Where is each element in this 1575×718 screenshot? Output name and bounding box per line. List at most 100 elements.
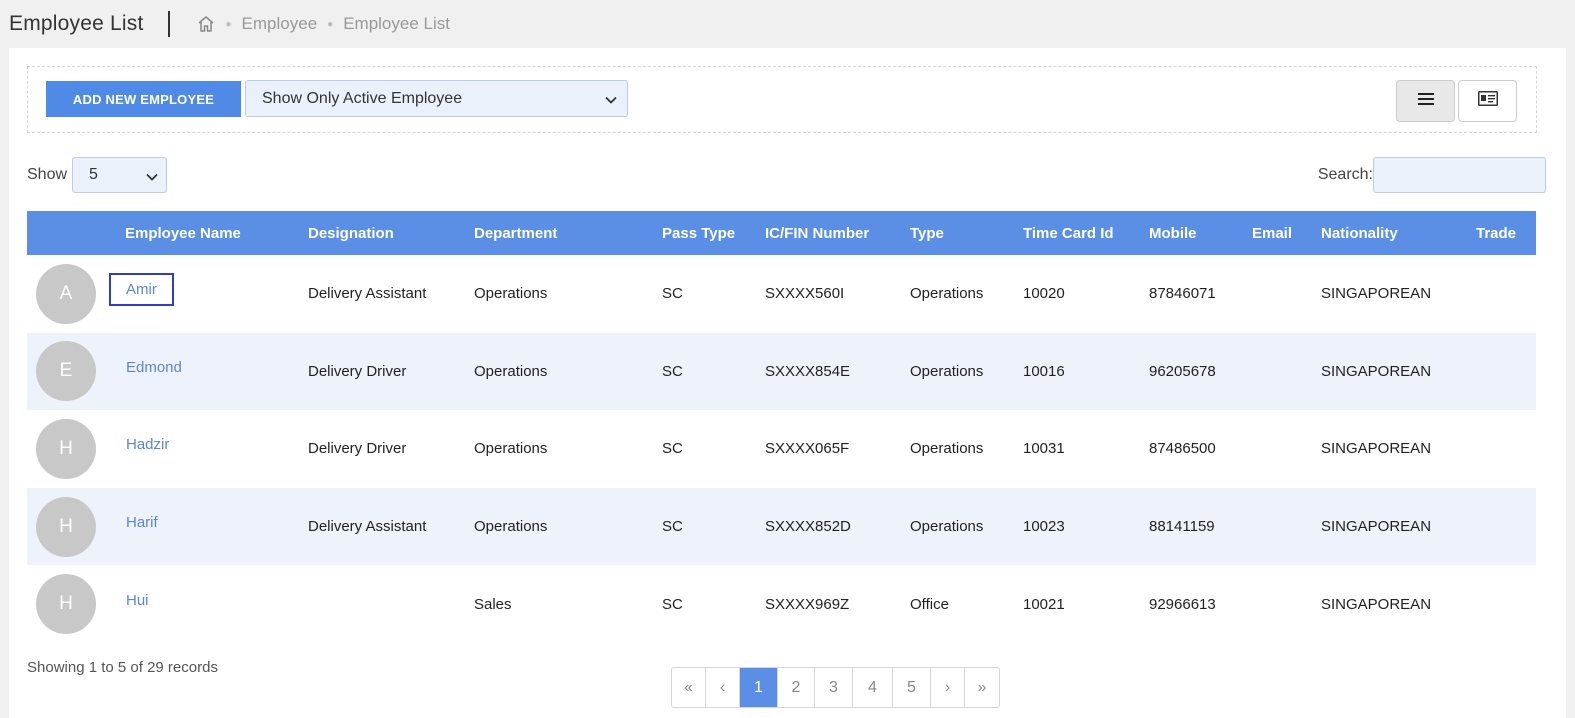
column-header[interactable]: Email (1252, 211, 1321, 255)
cell-designation: Delivery Assistant (308, 518, 427, 536)
page-size-select[interactable]: 5 (72, 157, 168, 193)
last-page-button[interactable]: » (965, 668, 999, 707)
cell-mobile: 88141159 (1149, 518, 1215, 536)
cell-department: Operations (474, 285, 548, 303)
cell-type: Operations (910, 285, 984, 303)
cell-time-card: 10021 (1023, 595, 1065, 613)
list-icon (1417, 92, 1434, 111)
page-button[interactable]: 5 (893, 668, 931, 707)
cell-trade (1476, 488, 1536, 566)
cell-pass-type: SC (662, 285, 683, 303)
breadcrumb-item-employee[interactable]: Employee (242, 14, 318, 34)
page-title: Employee List (9, 12, 144, 35)
search-input[interactable] (1373, 157, 1546, 193)
table-row: E Edmond Delivery Driver Operations SC SXXXX8… (27, 332, 1536, 411)
cell-trade (1476, 565, 1536, 643)
employee-name-link[interactable]: Harif (109, 506, 175, 539)
table-row: H Hadzir Delivery Driver Operations SC SXXXX0… (27, 410, 1536, 488)
cell-mobile: 92966613 (1149, 595, 1216, 613)
cell-department: Operations (474, 440, 548, 458)
cell-nationality: SINGAPOREAN (1321, 518, 1432, 536)
cell-nationality: SINGAPOREAN (1321, 362, 1432, 380)
page-button[interactable]: 4 (853, 668, 893, 707)
prev-page-button[interactable]: ‹ (706, 668, 740, 707)
employee-name-link[interactable]: Amir (109, 273, 174, 307)
column-header[interactable]: Trade (1476, 211, 1536, 255)
employee-name-link[interactable]: Hui (109, 584, 166, 617)
employee-name-link[interactable]: Hadzir (109, 428, 186, 461)
cell-time-card: 10023 (1023, 518, 1065, 536)
avatar: H (36, 574, 96, 635)
cell-ic: SXXXX854E (765, 362, 851, 380)
cell-time-card: 10016 (1023, 362, 1065, 380)
cell-type: Office (910, 595, 949, 613)
page-size-control: Show 5 (27, 157, 168, 193)
list-view-button[interactable] (1396, 80, 1455, 122)
column-header[interactable]: Designation (308, 211, 474, 255)
breadcrumb: ● Employee ● Employee List (196, 14, 450, 34)
cell-email (1252, 255, 1321, 333)
id-card-icon (1477, 91, 1498, 111)
column-header[interactable]: Pass Type (662, 211, 765, 255)
cell-email (1252, 333, 1321, 411)
table-row: A Amir Delivery Assistant Operations SC SXXXX… (27, 255, 1536, 333)
column-header[interactable]: Time Card Id (1023, 211, 1149, 255)
employee-table: Employee Name Designation Department Pas… (27, 211, 1536, 643)
cell-type: Operations (910, 362, 984, 380)
cell-email (1252, 488, 1321, 566)
page-button[interactable]: 1 (740, 668, 778, 707)
first-page-button[interactable]: « (672, 668, 706, 707)
avatar: E (36, 341, 96, 402)
column-header[interactable]: IC/FIN Number (765, 211, 910, 255)
employee-name-cell: Amir (109, 255, 308, 333)
cell-nationality: SINGAPOREAN (1321, 285, 1432, 303)
avatar: H (36, 418, 96, 479)
cell-time-card: 10031 (1023, 440, 1065, 458)
employee-card: ADD NEW EMPLOYEE Show Only Active Employ… (9, 48, 1566, 718)
avatar: H (36, 496, 96, 557)
column-header[interactable]: Department (474, 211, 662, 255)
cell-ic: SXXXX560I (765, 285, 845, 303)
page-button[interactable]: 2 (778, 668, 815, 707)
cell-pass-type: SC (662, 595, 683, 613)
employee-name-cell: Edmond (125, 333, 308, 411)
cell-trade (1476, 410, 1536, 488)
page-header: Employee List ● Employee ● Employee List (0, 0, 1575, 48)
cell-time-card: 10020 (1023, 285, 1065, 303)
column-header[interactable]: Nationality (1321, 211, 1476, 255)
table-row: H Hui Sales SC SXXXX969Z Office 10021 92966613 S… (27, 565, 1536, 643)
column-header[interactable]: Type (910, 211, 1023, 255)
active-filter-value: Show Only Active Employee (262, 89, 463, 107)
cell-mobile: 87486500 (1149, 440, 1216, 458)
active-filter-select[interactable]: Show Only Active Employee (245, 80, 628, 117)
cell-ic: SXXXX852D (765, 518, 851, 536)
column-header[interactable]: Mobile (1149, 211, 1252, 255)
search-label: Search: (1317, 166, 1373, 183)
column-header[interactable]: Employee Name (125, 211, 308, 255)
toolbar: ADD NEW EMPLOYEE Show Only Active Employ… (27, 66, 1537, 133)
search-control: Search: (1318, 157, 1546, 193)
cell-type: Operations (910, 518, 984, 536)
cell-department: Operations (474, 362, 548, 380)
employee-name-link[interactable]: Edmond (109, 351, 199, 384)
show-label: Show (27, 166, 68, 183)
cell-department: Operations (474, 518, 548, 536)
breadcrumb-separator: ● (327, 18, 334, 30)
cell-mobile: 87846071 (1149, 285, 1216, 303)
employee-name-cell: Hui (125, 565, 308, 643)
page-size-value: 5 (89, 166, 98, 183)
table-row: H Harif Delivery Assistant Operations SC SXXX… (27, 487, 1536, 566)
cell-pass-type: SC (662, 362, 683, 380)
cell-nationality: SINGAPOREAN (1321, 440, 1432, 458)
page-button[interactable]: 3 (815, 668, 853, 707)
home-icon[interactable] (196, 14, 216, 34)
cell-pass-type: SC (662, 440, 683, 458)
next-page-button[interactable]: › (931, 668, 965, 707)
add-new-employee-button[interactable]: ADD NEW EMPLOYEE (46, 81, 241, 117)
cell-ic: SXXXX969Z (765, 595, 850, 613)
card-view-button[interactable] (1458, 80, 1517, 122)
chevron-down-icon (146, 170, 158, 182)
column-header-avatar (27, 211, 125, 255)
avatar: A (36, 263, 96, 324)
cell-designation: Delivery Driver (308, 440, 407, 458)
